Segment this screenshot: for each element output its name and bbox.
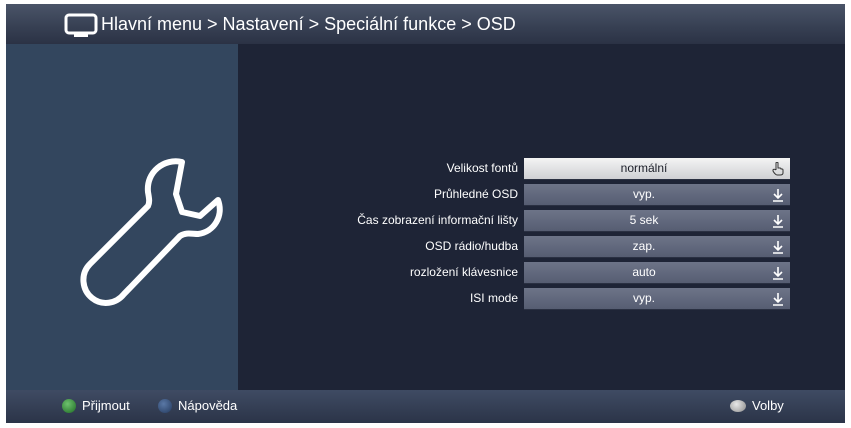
options-button[interactable]: Volby — [730, 398, 784, 413]
dropdown-arrow-icon — [773, 267, 783, 280]
setting-row-osd-radio[interactable]: OSD rádio/hudba zap. — [238, 236, 845, 258]
setting-row-infobar-time[interactable]: Čas zobrazení informační lišty 5 sek — [238, 210, 845, 232]
setting-value: normální — [620, 161, 668, 175]
accept-button[interactable]: Přijmout — [62, 398, 130, 413]
setting-value: vyp. — [632, 187, 655, 201]
dropdown-arrow-icon — [773, 241, 783, 254]
breadcrumb: Hlavní menu > Nastavení > Speciální funk… — [101, 14, 516, 34]
tv-icon — [64, 13, 98, 37]
setting-value: 5 sek — [629, 213, 659, 227]
setting-value: zap. — [632, 239, 656, 253]
setting-value-selector[interactable]: vyp. — [524, 184, 790, 206]
setting-label: ISI mode — [469, 291, 518, 305]
help-button[interactable]: Nápověda — [158, 398, 237, 413]
blue-button-icon — [158, 398, 172, 413]
setting-label: rozložení klávesnice — [409, 265, 518, 279]
setting-label: Velikost fontů — [446, 161, 518, 175]
accept-label: Přijmout — [82, 398, 130, 413]
setting-row-font-size[interactable]: Velikost fontů normální — [238, 158, 845, 180]
setting-value-selector[interactable]: vyp. — [524, 288, 790, 310]
setting-label: Čas zobrazení informační lišty — [357, 213, 518, 227]
green-button-icon — [62, 398, 76, 413]
setting-value-selector[interactable]: normální — [524, 158, 790, 180]
help-label: Nápověda — [178, 398, 238, 413]
setting-value-selector[interactable]: zap. — [524, 236, 790, 258]
wrench-icon — [80, 158, 223, 306]
setting-value: auto — [632, 265, 656, 279]
setting-value-selector[interactable]: 5 sek — [524, 210, 790, 232]
header-bar: Hlavní menu > Nastavení > Speciální funk… — [6, 4, 845, 44]
opt-button-icon — [730, 399, 746, 412]
osd-settings-screen: Hlavní menu > Nastavení > Speciální funk… — [6, 4, 845, 423]
setting-value: vyp. — [632, 291, 655, 305]
settings-panel: Velikost fontů normální Průhledné OSD vy… — [238, 44, 845, 390]
options-label: Volby — [752, 398, 784, 413]
setting-row-transparent-osd[interactable]: Průhledné OSD vyp. — [238, 184, 845, 206]
setting-label: OSD rádio/hudba — [425, 239, 518, 253]
hand-pointer-icon — [772, 162, 784, 176]
dropdown-arrow-icon — [773, 293, 783, 306]
setting-value-selector[interactable]: auto — [524, 262, 790, 284]
dropdown-arrow-icon — [773, 215, 783, 228]
sidebar-panel — [6, 44, 238, 390]
dropdown-arrow-icon — [773, 189, 783, 202]
footer-bar: Přijmout Nápověda Volby — [6, 390, 845, 423]
setting-row-isi-mode[interactable]: ISI mode vyp. — [238, 288, 845, 310]
setting-label: Průhledné OSD — [433, 187, 518, 201]
setting-row-keyboard-layout[interactable]: rozložení klávesnice auto — [238, 262, 845, 284]
